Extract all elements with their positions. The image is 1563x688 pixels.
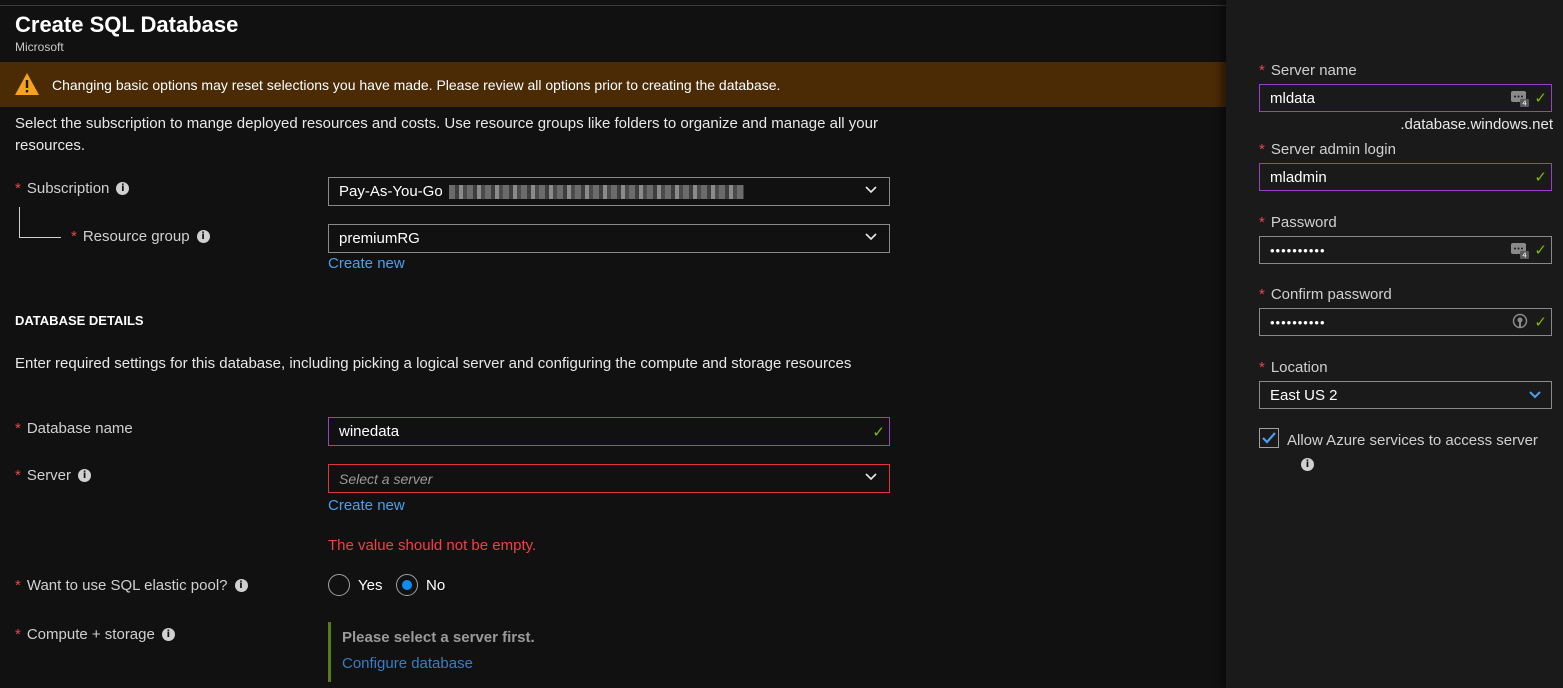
warning-icon (15, 73, 39, 95)
resource-group-value: premiumRG (339, 230, 420, 247)
database-name-input[interactable]: winedata ✓ (328, 417, 890, 446)
checkmark-icon: ✓ (1534, 314, 1547, 331)
info-icon[interactable]: i (116, 182, 130, 195)
elastic-pool-yes-radio[interactable]: Yes (328, 574, 382, 596)
info-icon[interactable]: i (196, 230, 210, 243)
info-icon[interactable]: i (161, 628, 175, 641)
confirm-password-input[interactable]: •••••••••• ✓ (1259, 308, 1552, 336)
info-icon[interactable]: i (1301, 458, 1314, 471)
server-name-suffix: .database.windows.net (1400, 116, 1553, 133)
configure-database-link[interactable]: Configure database (342, 655, 473, 672)
server-label: * Server i (15, 467, 92, 484)
intro-text: Select the subscription to mange deploye… (15, 115, 878, 154)
server-error-message: The value should not be empty. (328, 537, 537, 554)
chevron-down-icon (1529, 391, 1541, 399)
checkmark-icon: ✓ (1534, 169, 1547, 186)
subscription-value: Pay-As-You-Go (339, 183, 443, 200)
info-icon[interactable]: i (234, 579, 248, 592)
password-label: * Password (1259, 214, 1337, 231)
divider (0, 5, 1226, 6)
resource-group-select[interactable]: premiumRG (328, 224, 890, 253)
compute-storage-label: * Compute + storage i (15, 626, 175, 643)
redacted-subscription-id (448, 184, 744, 199)
server-select[interactable]: Select a server (328, 464, 890, 493)
server-placeholder: Select a server (339, 470, 433, 487)
svg-text:4: 4 (1522, 252, 1527, 260)
warning-text: Changing basic options may reset selecti… (52, 77, 781, 93)
elastic-pool-no-radio[interactable]: No (396, 574, 445, 596)
tree-connector (19, 207, 20, 237)
password-manager-icon: 4 (1511, 91, 1529, 108)
resource-group-label: * Resource group i (71, 228, 210, 245)
admin-login-value: mladmin (1270, 168, 1327, 186)
radio-circle (328, 574, 350, 596)
database-name-value: winedata (339, 423, 400, 440)
location-select[interactable]: East US 2 (1259, 381, 1552, 409)
compute-message: Please select a server first. (342, 629, 535, 646)
key-icon (1512, 313, 1528, 329)
radio-circle-selected (396, 574, 418, 596)
password-input[interactable]: •••••••••• 4 ✓ (1259, 236, 1552, 264)
chevron-down-icon (865, 233, 877, 241)
subscription-select[interactable]: Pay-As-You-Go (328, 177, 890, 206)
subscription-label: * Subscription i (15, 180, 130, 197)
location-value: East US 2 (1270, 386, 1338, 404)
password-manager-icon: 4 (1511, 243, 1529, 260)
elastic-pool-label: * Want to use SQL elastic pool? i (15, 577, 248, 594)
database-details-text: Enter required settings for this databas… (15, 355, 852, 372)
tree-connector (19, 237, 61, 238)
server-name-value: mldata (1270, 89, 1316, 107)
warning-banner: Changing basic options may reset selecti… (0, 62, 1226, 107)
location-label: * Location (1259, 359, 1328, 376)
create-new-resource-group-link[interactable]: Create new (328, 255, 405, 272)
create-new-server-link[interactable]: Create new (328, 497, 405, 514)
admin-login-input[interactable]: mladmin ✓ (1259, 163, 1552, 191)
page-subtitle: Microsoft (15, 40, 64, 54)
checkmark-icon: ✓ (872, 424, 885, 441)
allow-azure-checkbox[interactable] (1259, 428, 1279, 448)
chevron-down-icon (865, 186, 877, 194)
checkmark-icon: ✓ (1534, 242, 1547, 259)
checkmark-icon (1262, 432, 1276, 444)
allow-azure-label: Allow Azure services to access server (1287, 432, 1538, 449)
server-name-label: * Server name (1259, 62, 1357, 79)
password-value: •••••••••• (1270, 242, 1326, 258)
new-server-blade: * Server name mldata 4 ✓ .database.windo… (1226, 0, 1563, 688)
info-icon[interactable]: i (78, 469, 92, 482)
checkmark-icon: ✓ (1534, 90, 1547, 107)
database-name-label: * Database name (15, 420, 133, 437)
create-db-blade: Create SQL Database Microsoft Changing b… (0, 0, 1226, 688)
page-title: Create SQL Database (15, 12, 239, 37)
compute-storage-panel: Please select a server first. Configure … (328, 622, 888, 682)
svg-text:4: 4 (1522, 100, 1527, 108)
section-heading: DATABASE DETAILS (15, 313, 144, 328)
server-name-input[interactable]: mldata 4 ✓ (1259, 84, 1552, 112)
confirm-password-label: * Confirm password (1259, 286, 1392, 303)
chevron-down-icon (865, 473, 877, 481)
confirm-password-value: •••••••••• (1270, 314, 1326, 330)
admin-login-label: * Server admin login (1259, 141, 1396, 158)
